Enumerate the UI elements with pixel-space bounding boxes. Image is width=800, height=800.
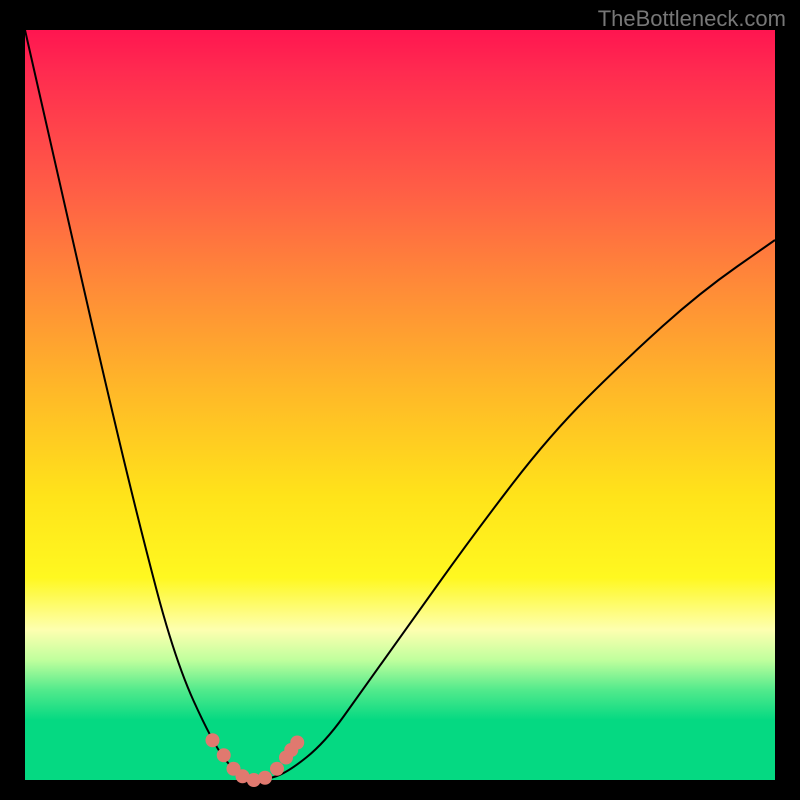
marker-dot xyxy=(206,733,220,747)
marker-dot xyxy=(258,771,272,785)
curve-right xyxy=(250,240,775,780)
marker-dot xyxy=(217,748,231,762)
marker-dot xyxy=(290,736,304,750)
curve-left xyxy=(25,30,250,780)
plot-area xyxy=(25,30,775,780)
marker-group xyxy=(206,733,305,787)
curve-layer xyxy=(25,30,775,780)
marker-dot xyxy=(270,762,284,776)
watermark-text: TheBottleneck.com xyxy=(598,6,786,32)
chart-stage: TheBottleneck.com xyxy=(0,0,800,800)
